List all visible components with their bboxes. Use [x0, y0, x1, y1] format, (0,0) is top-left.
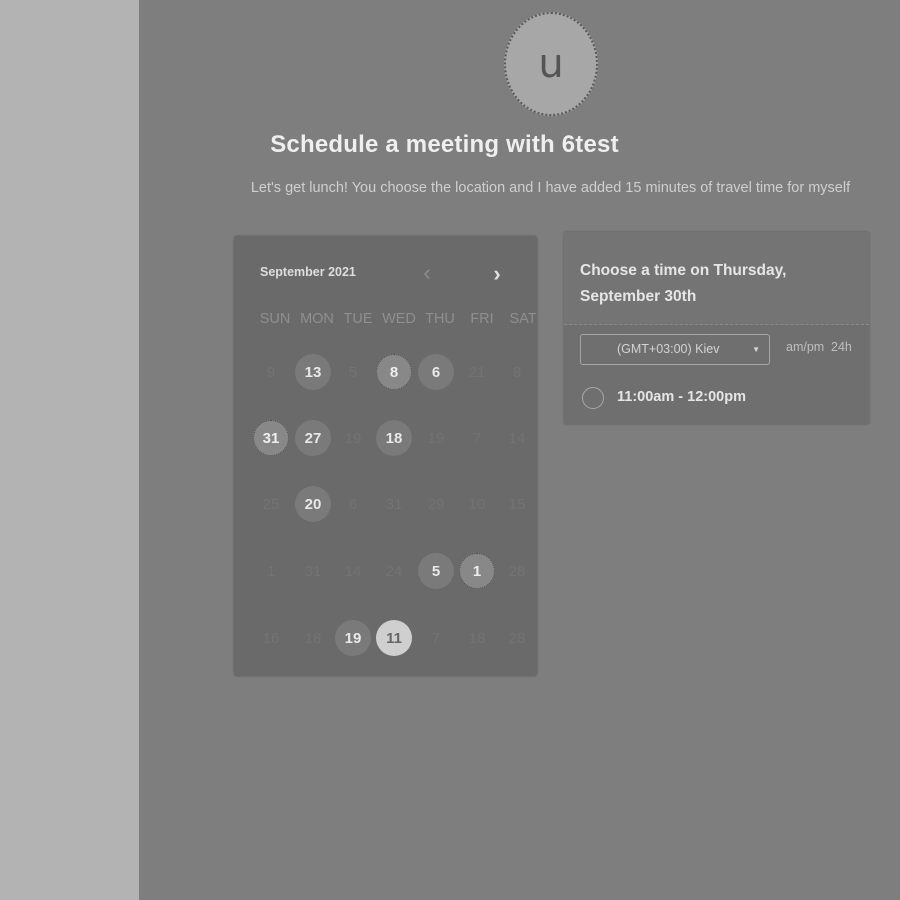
calendar-day: 7 [431, 629, 441, 647]
calendar-day[interactable]: 20 [295, 486, 331, 522]
page-subtitle: Let's get lunch! You choose the location… [250, 180, 851, 196]
calendar-day: 16 [262, 629, 280, 647]
calendar-day[interactable]: 6 [418, 354, 454, 390]
calendar-day: 1 [266, 562, 276, 580]
calendar-day: 28 [508, 562, 526, 580]
calendar-day: 14 [344, 562, 362, 580]
calendar-day: 19 [427, 429, 445, 447]
calendar-day: 24 [385, 562, 403, 580]
calendar-day: 8 [512, 363, 522, 381]
calendar-day[interactable]: 13 [295, 354, 331, 390]
avatar: u [504, 12, 598, 116]
calendar-day: 5 [348, 363, 358, 381]
calendar-day: 18 [304, 629, 322, 647]
format-ampm-toggle[interactable]: am/pm [786, 340, 824, 354]
calendar-day-selected[interactable]: 11 [376, 620, 412, 656]
calendar-day[interactable]: 5 [418, 553, 454, 589]
calendar-day: 9 [266, 363, 276, 381]
calendar-day[interactable]: 27 [295, 420, 331, 456]
page-title: Schedule a meeting with 6test [139, 131, 900, 159]
time-panel-header: Choose a time on Thursday, September 30t… [564, 232, 869, 325]
page-title-text: Schedule a meeting with 6test [270, 131, 619, 158]
chevron-down-icon: ▼ [752, 345, 760, 354]
time-selection-panel: Choose a time on Thursday, September 30t… [564, 232, 869, 424]
calendar-day[interactable]: 31 [253, 420, 289, 456]
time-panel-title: Choose a time on Thursday, September 30t… [580, 262, 787, 305]
calendar-day: 21 [468, 363, 486, 381]
calendar-day: 28 [508, 629, 526, 647]
left-sidebar-strip [0, 0, 139, 900]
calendar-day[interactable]: 8 [376, 354, 412, 390]
timezone-value: (GMT+03:00) Kiev [617, 342, 720, 356]
calendar-day[interactable]: 1 [459, 553, 495, 589]
calendar-day: 18 [468, 629, 486, 647]
calendar-day: 29 [427, 495, 445, 513]
calendar-day: 7 [472, 429, 482, 447]
avatar-letter: u [538, 41, 564, 87]
calendar-day: 10 [468, 495, 486, 513]
calendar-day: 19 [344, 429, 362, 447]
slot-radio-button[interactable] [582, 387, 604, 409]
calendar-day: 14 [508, 429, 526, 447]
time-slot-label: 11:00am - 12:00pm [617, 389, 746, 405]
calendar-card: September 2021 ‹ › SUN MON TUE WED THU FRI SAT… [234, 236, 537, 676]
calendar-days-grid: 9 13 5 8 6 21 8 31 27 19 18 19 7 14 25 20 6 31 29 10 15 1 31 14… [234, 236, 537, 676]
calendar-day: 31 [385, 495, 403, 513]
format-24h-toggle[interactable]: 24h [831, 340, 852, 354]
calendar-day: 31 [304, 562, 322, 580]
calendar-day: 25 [262, 495, 280, 513]
calendar-day: 6 [348, 495, 358, 513]
calendar-day[interactable]: 18 [376, 420, 412, 456]
time-slot-option[interactable]: 11:00am - 12:00pm [582, 386, 862, 412]
calendar-day: 15 [508, 495, 526, 513]
timezone-select[interactable]: (GMT+03:00) Kiev ▼ [580, 334, 770, 365]
calendar-day[interactable]: 19 [335, 620, 371, 656]
